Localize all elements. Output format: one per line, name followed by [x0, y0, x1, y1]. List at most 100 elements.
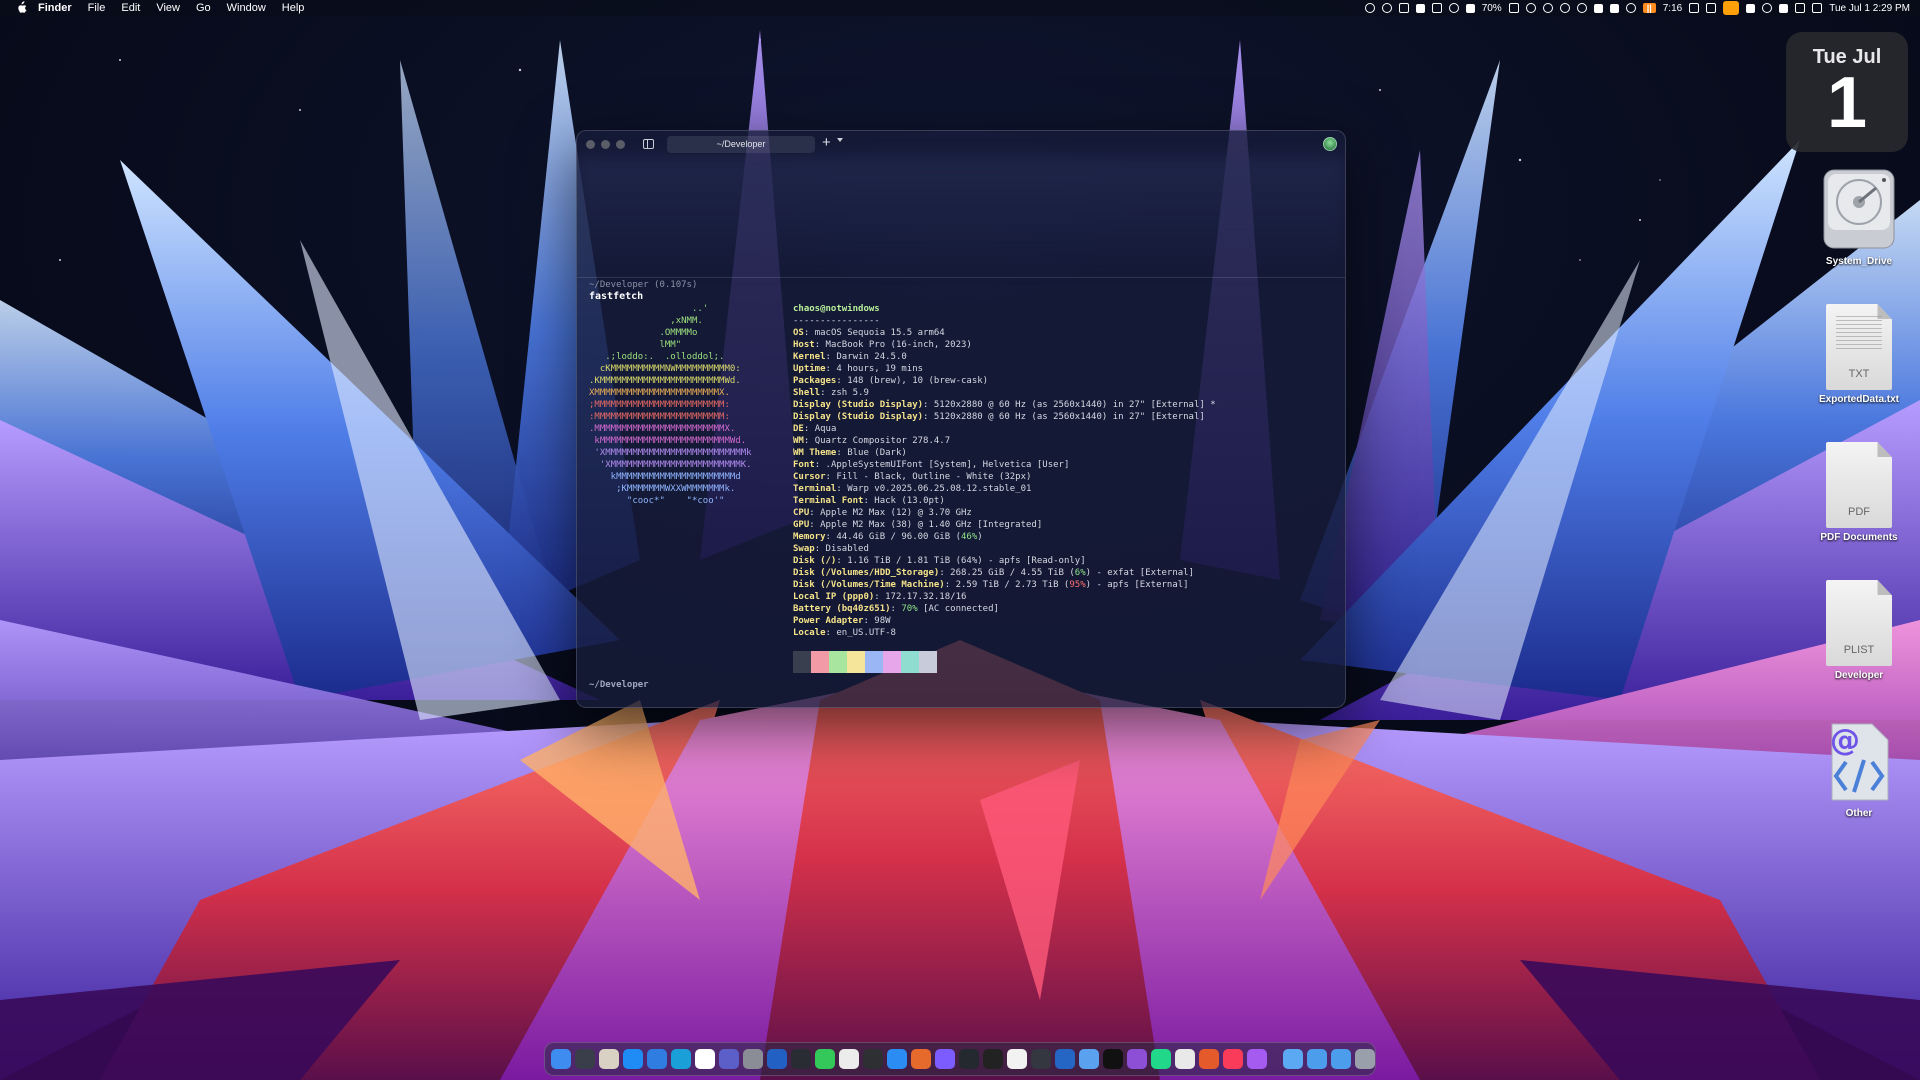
- status-app-icon-10[interactable]: [1559, 3, 1570, 13]
- safari-icon[interactable]: [887, 1049, 907, 1069]
- cloud-icon[interactable]: [1593, 3, 1603, 13]
- settings-icon[interactable]: [743, 1049, 763, 1069]
- status-app-icon-7[interactable]: [1465, 3, 1475, 13]
- desktop-item-other[interactable]: @ Other: [1804, 718, 1914, 819]
- downloads-folder-icon[interactable]: [1307, 1049, 1327, 1069]
- menu-view[interactable]: View: [156, 2, 180, 14]
- terminal-window[interactable]: ~/Developer + ~/Developer (0.107s) fastf…: [576, 130, 1346, 708]
- menu-help[interactable]: Help: [282, 2, 305, 14]
- battery-percent-text[interactable]: 70%: [1482, 3, 1502, 14]
- desktop-item-exported-data[interactable]: TXT ExportedData.txt: [1804, 304, 1914, 405]
- launchpad-icon[interactable]: [599, 1049, 619, 1069]
- menu-clock[interactable]: Tue Jul 1 2:29 PM: [1829, 3, 1910, 14]
- menu-window[interactable]: Window: [227, 2, 266, 14]
- status-app-icon-14[interactable]: [1689, 3, 1700, 13]
- menu-app-finder[interactable]: Finder: [38, 2, 72, 14]
- chat-icon[interactable]: [1007, 1049, 1027, 1069]
- mail-icon[interactable]: [647, 1049, 667, 1069]
- info-value-tail: ) - exfat [External]: [1085, 568, 1194, 578]
- terminal-tab[interactable]: ~/Developer: [667, 136, 815, 153]
- desktop-item-system-drive[interactable]: System_Drive: [1804, 166, 1914, 267]
- menu-edit[interactable]: Edit: [121, 2, 140, 14]
- new-tab-button[interactable]: +: [822, 134, 831, 151]
- menu-go[interactable]: Go: [196, 2, 211, 14]
- terminal-titlebar[interactable]: ~/Developer +: [577, 131, 1345, 157]
- info-value-tail: ) - apfs [External]: [1085, 580, 1189, 590]
- info-key: Host: [793, 340, 815, 350]
- github-icon[interactable]: [959, 1049, 979, 1069]
- chrome-icon[interactable]: [1175, 1049, 1195, 1069]
- status-app-icon-6[interactable]: [1448, 3, 1459, 13]
- craft-icon[interactable]: [839, 1049, 859, 1069]
- menu-file[interactable]: File: [88, 2, 106, 14]
- teams-icon[interactable]: [719, 1049, 739, 1069]
- command-text[interactable]: fastfetch: [589, 291, 643, 302]
- info-row: Terminal Font: Hack (13.0pt): [793, 496, 945, 506]
- status-app-icon-2[interactable]: [1381, 3, 1392, 13]
- apple-menu-icon[interactable]: [14, 1, 28, 15]
- podcast-icon[interactable]: [1247, 1049, 1267, 1069]
- wifi-icon[interactable]: [1762, 3, 1773, 13]
- battery-status-icon[interactable]: [1508, 3, 1519, 13]
- sidebar-toggle-icon[interactable]: [643, 139, 654, 149]
- info-key: Uptime: [793, 364, 826, 374]
- info-key: Memory: [793, 532, 826, 542]
- user-switch-icon[interactable]: [1812, 3, 1823, 13]
- status-app-icon-15[interactable]: [1706, 3, 1717, 13]
- close-window-button[interactable]: [586, 140, 595, 149]
- volume-icon[interactable]: [1746, 3, 1756, 13]
- finder-icon[interactable]: [551, 1049, 571, 1069]
- status-app-icon-3[interactable]: [1398, 3, 1409, 13]
- quicktime-icon[interactable]: [767, 1049, 787, 1069]
- documents-folder-icon[interactable]: [1331, 1049, 1351, 1069]
- info-key: Battery (bq40z651): [793, 604, 891, 614]
- pycharm-icon[interactable]: [1151, 1049, 1171, 1069]
- prompt-path[interactable]: ~/Developer: [589, 680, 649, 690]
- status-app-icon-13[interactable]: [1625, 3, 1636, 13]
- zoom-window-button[interactable]: [616, 140, 625, 149]
- battery-charging-icon[interactable]: [1779, 3, 1789, 13]
- status-app-icon-8[interactable]: [1525, 3, 1536, 13]
- account-avatar-icon[interactable]: [1323, 137, 1337, 151]
- messages-icon[interactable]: [815, 1049, 835, 1069]
- status-app-icon-9[interactable]: [1542, 3, 1553, 13]
- trash-icon[interactable]: [1355, 1049, 1375, 1069]
- music-icon[interactable]: [1223, 1049, 1243, 1069]
- calendar-widget[interactable]: Tue Jul 1: [1786, 32, 1908, 152]
- minimize-window-button[interactable]: [601, 140, 610, 149]
- color-palette: [793, 651, 937, 673]
- chevron-down-icon[interactable]: [837, 138, 843, 142]
- mission-control-icon[interactable]: [575, 1049, 595, 1069]
- status-app-icon-4[interactable]: [1415, 3, 1425, 13]
- arc-icon[interactable]: [935, 1049, 955, 1069]
- desktop-item-pdf-documents[interactable]: PDF PDF Documents: [1804, 442, 1914, 543]
- palette-swatch: [919, 651, 937, 673]
- docker-icon[interactable]: [983, 1049, 1003, 1069]
- info-value: 44.46 GiB / 96.00 GiB (: [836, 532, 961, 542]
- calendar-icon[interactable]: [695, 1049, 715, 1069]
- info-value: Apple M2 Max (38) @ 1.40 GHz [Integrated…: [820, 520, 1043, 530]
- control-center-icon[interactable]: [1795, 3, 1806, 13]
- remote-desktop-icon[interactable]: [1055, 1049, 1075, 1069]
- timer-text[interactable]: 7:16: [1663, 3, 1682, 14]
- status-app-icon-11[interactable]: [1576, 3, 1587, 13]
- desktop-item-developer[interactable]: PLIST Developer: [1804, 580, 1914, 681]
- notion-icon[interactable]: [863, 1049, 883, 1069]
- firefox-icon[interactable]: [911, 1049, 931, 1069]
- folder-icon[interactable]: [1283, 1049, 1303, 1069]
- preview-icon[interactable]: [1079, 1049, 1099, 1069]
- jetbrains-icon[interactable]: [1103, 1049, 1123, 1069]
- edge-browser-icon[interactable]: [671, 1049, 691, 1069]
- notes-terminal-icon[interactable]: [791, 1049, 811, 1069]
- visual-studio-icon[interactable]: [1127, 1049, 1147, 1069]
- status-app-icon-1[interactable]: [1364, 3, 1375, 13]
- chatgpt-icon[interactable]: [1031, 1049, 1051, 1069]
- info-key: Disk (/Volumes/HDD_Storage): [793, 568, 940, 578]
- office-icon[interactable]: [1199, 1049, 1219, 1069]
- status-orange-badge[interactable]: ||: [1642, 3, 1656, 13]
- app-store-icon[interactable]: [623, 1049, 643, 1069]
- info-row: Locale: en_US.UTF-8: [793, 628, 896, 638]
- status-app-icon-12[interactable]: [1609, 3, 1619, 13]
- microphone-indicator-icon[interactable]: [1723, 1, 1740, 15]
- status-app-icon-5[interactable]: [1431, 3, 1442, 13]
